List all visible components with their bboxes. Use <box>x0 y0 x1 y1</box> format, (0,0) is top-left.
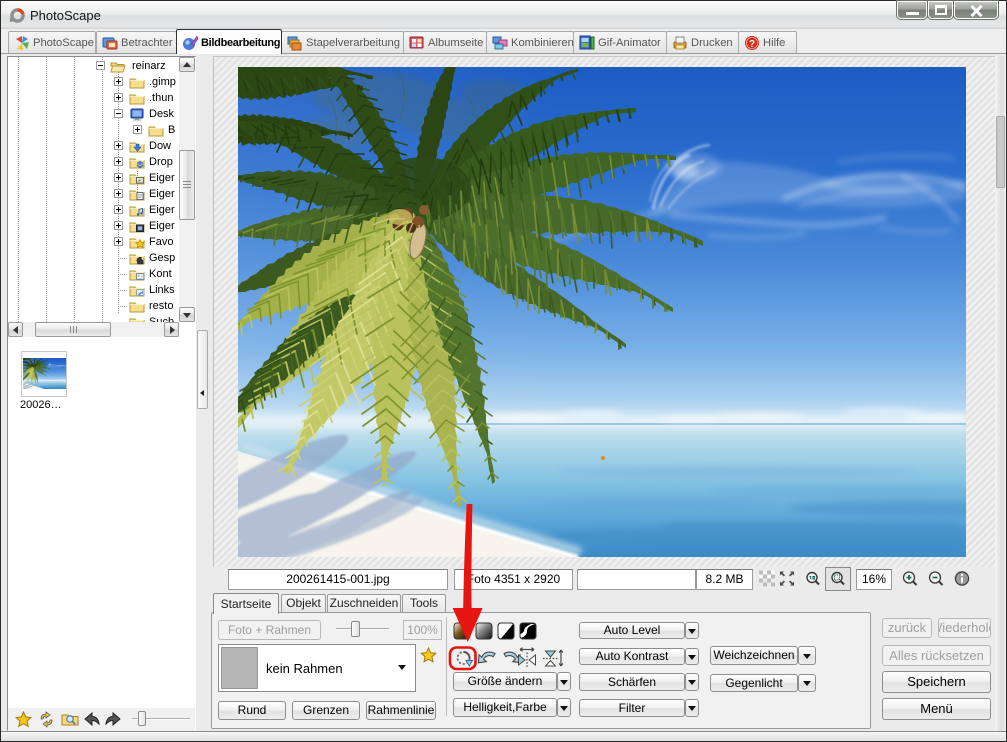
svg-text:?: ? <box>749 39 755 50</box>
